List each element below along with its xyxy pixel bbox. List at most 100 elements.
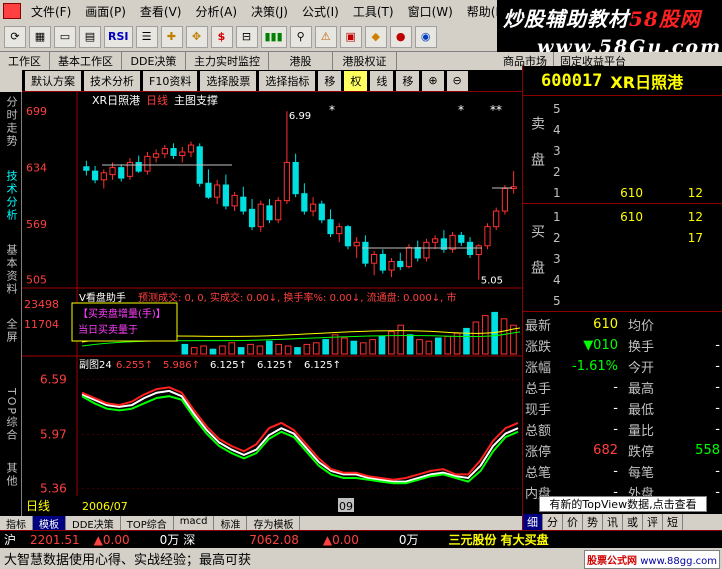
menu-window[interactable]: 窗口(W) <box>401 3 460 20</box>
candle-body <box>353 241 360 247</box>
binoculars-icon[interactable]: ⚲ <box>289 25 312 48</box>
tab-macd[interactable]: macd <box>174 516 215 530</box>
analysis-toolbar: 默认方案 技术分析 F10资料 选择股票 选择指标 移 权 线 移 ⊕ ⊖ <box>0 69 522 92</box>
orderbook-row[interactable]: 5 <box>553 98 722 119</box>
menu-file[interactable]: 文件(F) <box>24 3 78 20</box>
table-icon[interactable]: ▤ <box>79 25 101 48</box>
level-number: 1 <box>553 185 561 200</box>
orderbook-row[interactable]: 3 <box>553 248 722 269</box>
crosshair-icon[interactable]: ✚ <box>160 25 183 48</box>
volume-bar <box>256 345 264 355</box>
volume-bar <box>500 318 508 355</box>
rsi-button[interactable]: RSI <box>104 25 133 48</box>
buy-label: 买盘 <box>529 224 545 296</box>
brand-title-b: 58股网 <box>629 7 701 31</box>
orderbook-row[interactable]: 3 <box>553 140 722 161</box>
stat-label: 现手 <box>525 403 552 418</box>
diamond-icon[interactable]: ◆ <box>364 25 387 48</box>
topview-notice[interactable]: 有新的TopView数据,点击查看 <box>539 496 707 512</box>
stat-label: 换手 <box>628 340 655 355</box>
tape-icon[interactable]: ⊟ <box>235 25 258 48</box>
tab-template[interactable]: 模板 <box>33 516 66 531</box>
menu-view-screen[interactable]: 画面(P) <box>78 3 133 20</box>
alert-icon[interactable]: ⚠ <box>314 25 337 48</box>
quote-stat-row: 涨跌 ▼010 换手 - <box>523 335 722 356</box>
bottom-tabs: 指标 模板 DDE决策 TOP综合 macd 标准 存为模板 <box>0 516 522 531</box>
tab-save-template[interactable]: 存为模板 <box>247 516 301 531</box>
tab-standard[interactable]: 标准 <box>214 516 248 531</box>
tab-indicator[interactable]: 指标 <box>0 516 33 531</box>
sidebar-item-intraday[interactable]: 分时走势 <box>3 96 19 148</box>
tech-analysis-button[interactable]: 技术分析 <box>84 70 140 91</box>
quote-tab[interactable]: 分 <box>543 514 563 530</box>
move-icon[interactable]: ✥ <box>185 25 208 48</box>
orderbook-row[interactable]: 1 610 12 <box>553 206 722 227</box>
quote-tab[interactable]: 或 <box>623 514 643 530</box>
sidebar-item-other[interactable]: 其他 <box>3 462 19 488</box>
orderbook-row[interactable]: 4 <box>553 119 722 140</box>
book-icon[interactable]: ▣ <box>339 25 362 48</box>
quote-tab[interactable]: 评 <box>643 514 663 530</box>
menu-view[interactable]: 查看(V) <box>133 3 189 20</box>
tab-hk-warrants[interactable]: 港股权证 <box>333 52 397 70</box>
shift-button[interactable]: 移 <box>396 70 420 91</box>
tab-dde[interactable]: DDE决策 <box>122 52 186 70</box>
scheme-button[interactable]: 默认方案 <box>25 70 81 91</box>
quote-tab[interactable]: 细 <box>523 514 543 530</box>
orderbook-row[interactable]: 2 <box>553 161 722 182</box>
volume-ytick: 11704 <box>24 318 59 331</box>
candle-body <box>91 170 99 181</box>
brand-title-a: 炒股辅助教材 <box>503 7 629 31</box>
refresh-icon[interactable]: ⟳ <box>4 25 26 48</box>
quote-tab[interactable]: 价 <box>563 514 583 530</box>
menu-decision[interactable]: 决策(J) <box>244 3 295 20</box>
quote-tab[interactable]: 短 <box>663 514 683 530</box>
menu-formula[interactable]: 公式(I) <box>295 3 346 20</box>
chart-area[interactable]: XR日照港 日线 主图支撑 699 634 569 505 6.99 5.05 * *… <box>22 92 522 516</box>
stamp-icon[interactable]: ● <box>389 25 412 48</box>
candle-body <box>214 184 221 198</box>
bars-icon[interactable]: ▮▮▮ <box>260 25 287 48</box>
quote-tab[interactable]: 势 <box>583 514 603 530</box>
tab-main-monitor[interactable]: 主力实时监控 <box>186 52 269 70</box>
zoom-out-button[interactable]: ⊖ <box>446 70 468 91</box>
window-icon[interactable]: ▭ <box>54 25 76 48</box>
line-button[interactable]: 线 <box>370 70 394 91</box>
candle-body <box>423 241 430 259</box>
tab-dde-decision[interactable]: DDE决策 <box>66 516 121 531</box>
globe-icon[interactable]: ◉ <box>414 25 437 48</box>
orderbook-row[interactable]: 4 <box>553 269 722 290</box>
app-icon[interactable] <box>3 3 21 19</box>
zoom-in-button[interactable]: ⊕ <box>422 70 444 91</box>
quote-header: 600017 XR日照港 <box>523 66 722 96</box>
menu-tools[interactable]: 工具(T) <box>346 3 401 20</box>
volume-bar <box>284 345 292 355</box>
orderbook-row[interactable]: 1 610 12 <box>553 182 722 203</box>
menu-analysis[interactable]: 分析(A) <box>188 3 244 20</box>
list-icon[interactable]: ☰ <box>135 25 158 48</box>
select-indicator-button[interactable]: 选择指标 <box>259 70 316 91</box>
rights-button[interactable]: 权 <box>344 70 368 91</box>
orderbook-row[interactable]: 2 17 <box>553 227 722 248</box>
volume-bar <box>341 337 348 355</box>
sidebar-item-top[interactable]: TOP综合 <box>3 388 19 442</box>
tab-hk-stocks[interactable]: 港股 <box>269 52 333 70</box>
select-stock-button[interactable]: 选择股票 <box>200 70 257 91</box>
dollar-button[interactable]: $ <box>210 25 233 48</box>
orderbook-row[interactable]: 5 <box>553 290 722 311</box>
volume-bar <box>181 343 189 355</box>
move-button[interactable]: 移 <box>318 70 342 91</box>
sidebar-item-fundamentals[interactable]: 基本资料 <box>3 244 19 296</box>
sidebar-item-technical[interactable]: 技术分析 <box>3 170 19 222</box>
candle-body <box>179 151 186 156</box>
news-ticker[interactable]: 三元股份 有大买盘 <box>448 531 548 548</box>
sidebar-item-fullscreen[interactable]: 全屏 <box>3 318 19 344</box>
grid-icon[interactable]: ▦ <box>29 25 51 48</box>
source-url: www.88gg.com <box>640 556 717 567</box>
candle-body <box>327 219 334 235</box>
tab-top-composite[interactable]: TOP综合 <box>121 516 174 531</box>
f10-button[interactable]: F10资料 <box>143 70 198 91</box>
ticker-text[interactable]: 大智慧数据使用心得、实战经验；最高可获 <box>4 549 251 568</box>
workspace-select[interactable]: 基本工作区 <box>50 52 122 70</box>
quote-tab[interactable]: 讯 <box>603 514 623 530</box>
